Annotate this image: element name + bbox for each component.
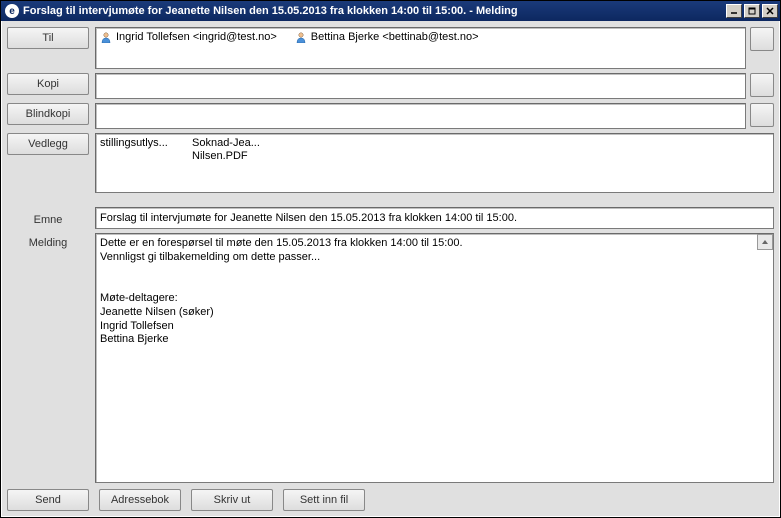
cc-field[interactable] xyxy=(95,73,746,99)
person-icon xyxy=(100,31,112,43)
send-button[interactable]: Send xyxy=(7,489,89,511)
print-button[interactable]: Skriv ut xyxy=(191,489,273,511)
to-button[interactable]: Til xyxy=(7,27,89,49)
scroll-up-button[interactable] xyxy=(757,234,773,250)
recipient-chip[interactable]: Ingrid Tollefsen <ingrid@test.no> xyxy=(100,31,277,43)
recipient-chip[interactable]: Bettina Bjerke <bettinab@test.no> xyxy=(295,31,479,43)
bcc-expand-button[interactable] xyxy=(750,103,774,127)
minimize-button[interactable] xyxy=(726,4,742,18)
subject-input[interactable] xyxy=(95,207,774,229)
message-row: Melding Dette er en forespørsel til møte… xyxy=(7,233,774,483)
attachment-item[interactable]: stillingsutlys... xyxy=(100,137,180,150)
bcc-button[interactable]: Blindkopi xyxy=(7,103,89,125)
cc-row: Kopi xyxy=(7,73,774,99)
bcc-row: Blindkopi xyxy=(7,103,774,129)
recipient-text: Bettina Bjerke <bettinab@test.no> xyxy=(311,31,479,43)
maximize-button[interactable] xyxy=(744,4,760,18)
attachments-field[interactable]: stillingsutlys... Soknad-Jea... Nilsen.P… xyxy=(95,133,774,193)
insert-file-button[interactable]: Sett inn fil xyxy=(283,489,365,511)
bcc-field[interactable] xyxy=(95,103,746,129)
window-controls xyxy=(726,4,778,18)
app-icon: e xyxy=(5,4,19,18)
to-field[interactable]: Ingrid Tollefsen <ingrid@test.no> Bettin… xyxy=(95,27,746,69)
message-body[interactable]: Dette er en forespørsel til møte den 15.… xyxy=(95,233,774,483)
cc-expand-button[interactable] xyxy=(750,73,774,97)
to-expand-button[interactable] xyxy=(750,27,774,51)
cc-button[interactable]: Kopi xyxy=(7,73,89,95)
attachments-button[interactable]: Vedlegg xyxy=(7,133,89,155)
message-label: Melding xyxy=(7,233,89,249)
titlebar: e Forslag til intervjumøte for Jeanette … xyxy=(1,1,780,21)
close-button[interactable] xyxy=(762,4,778,18)
person-icon xyxy=(295,31,307,43)
attachment-item[interactable]: Soknad-Jea... Nilsen.PDF xyxy=(192,137,272,163)
bottom-toolbar: Send Adressebok Skriv ut Sett inn fil xyxy=(7,487,774,511)
content-area: Til Ingrid Tollefsen <ingrid@test.no> Be… xyxy=(1,21,780,517)
subject-label: Emne xyxy=(7,210,89,226)
recipient-text: Ingrid Tollefsen <ingrid@test.no> xyxy=(116,31,277,43)
addressbook-button[interactable]: Adressebok xyxy=(99,489,181,511)
to-row: Til Ingrid Tollefsen <ingrid@test.no> Be… xyxy=(7,27,774,69)
compose-window: e Forslag til intervjumøte for Jeanette … xyxy=(0,0,781,518)
attachments-row: Vedlegg stillingsutlys... Soknad-Jea... … xyxy=(7,133,774,193)
subject-row: Emne xyxy=(7,207,774,229)
window-title: Forslag til intervjumøte for Jeanette Ni… xyxy=(23,5,726,17)
